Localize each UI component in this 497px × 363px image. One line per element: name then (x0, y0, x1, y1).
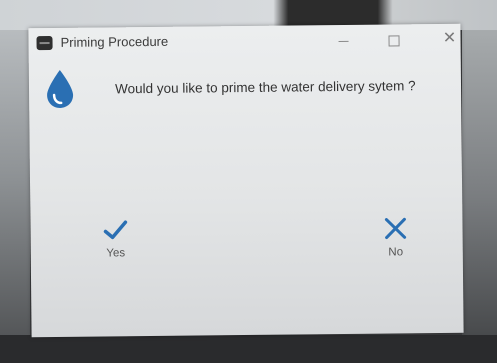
close-icon: ✕ (442, 29, 457, 47)
close-button[interactable]: ✕ (434, 28, 464, 50)
title-bar[interactable]: Priming Procedure ✕ (28, 24, 460, 59)
window-title: Priming Procedure (60, 33, 169, 50)
app-icon (36, 36, 53, 51)
prompt-message: Would you like to prime the water delive… (114, 78, 416, 97)
minimize-button[interactable] (328, 29, 358, 51)
priming-procedure-dialog: Priming Procedure ✕ Would you like to pr… (28, 23, 464, 338)
maximize-button[interactable] (378, 28, 408, 50)
no-label: No (388, 246, 404, 259)
yes-button[interactable]: Yes (85, 219, 145, 260)
x-mark-icon (384, 217, 407, 240)
water-drop-icon (43, 68, 77, 110)
yes-label: Yes (106, 247, 126, 260)
background-left (0, 30, 30, 363)
no-button[interactable]: No (365, 216, 425, 259)
background-bottom (0, 335, 497, 363)
checkmark-icon (103, 220, 128, 240)
background-right (462, 30, 497, 363)
maximize-icon (387, 35, 400, 47)
minimize-icon (338, 40, 349, 42)
